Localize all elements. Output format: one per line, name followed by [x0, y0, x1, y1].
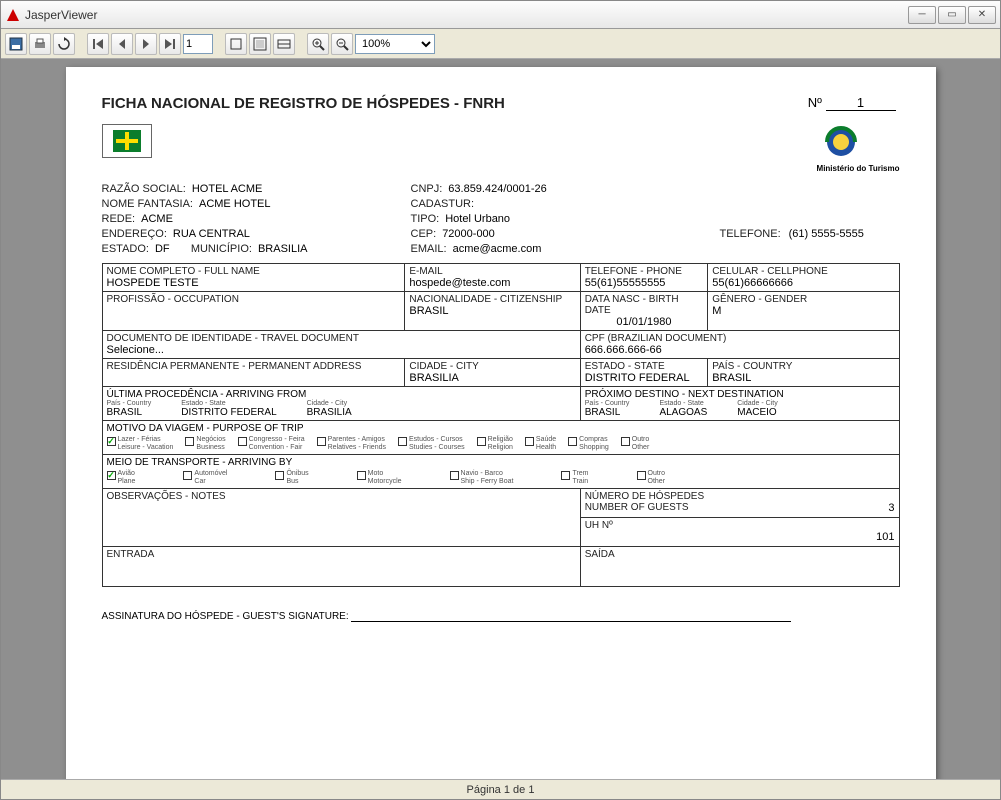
checkbox-moto [357, 471, 366, 480]
zoom-select[interactable]: 100% [355, 34, 435, 54]
signature-line: ASSINATURA DO HÓSPEDE - GUEST'S SIGNATUR… [102, 611, 900, 622]
zoom-in-button[interactable] [307, 33, 329, 55]
checkbox-navio [450, 471, 459, 480]
titlebar: JasperViewer ─ ▭ ✕ [1, 1, 1000, 29]
save-button[interactable] [5, 33, 27, 55]
checkbox-outro-purpose [621, 437, 630, 446]
purpose-checkboxes: Lazer - Férias Leisure - Vacation Negóci… [107, 436, 895, 452]
checkbox-estudos [398, 437, 407, 446]
next-page-button[interactable] [135, 33, 157, 55]
last-page-button[interactable] [159, 33, 181, 55]
flag-icon [102, 124, 152, 158]
zoom-out-button[interactable] [331, 33, 353, 55]
reload-button[interactable] [53, 33, 75, 55]
checkbox-parentes [317, 437, 326, 446]
report-page: FICHA NACIONAL DE REGISTRO DE HÓSPEDES -… [66, 67, 936, 779]
maximize-button[interactable]: ▭ [938, 6, 966, 24]
statusbar: Página 1 de 1 [1, 779, 1000, 799]
page-status: Página 1 de 1 [467, 784, 535, 796]
doc-title: FICHA NACIONAL DE REGISTRO DE HÓSPEDES -… [102, 95, 900, 112]
checkbox-lazer [107, 437, 116, 446]
window-title: JasperViewer [25, 8, 908, 22]
checkbox-compras [568, 437, 577, 446]
close-button[interactable]: ✕ [968, 6, 996, 24]
checkbox-aviao [107, 471, 116, 480]
checkbox-congresso [238, 437, 247, 446]
hotel-info: RAZÃO SOCIAL:HOTEL ACME CNPJ:63.859.424/… [102, 183, 900, 255]
app-icon [5, 7, 21, 23]
minimize-button[interactable]: ─ [908, 6, 936, 24]
prev-page-button[interactable] [111, 33, 133, 55]
checkbox-outro-transport [637, 471, 646, 480]
fit-width-button[interactable] [273, 33, 295, 55]
toolbar: 100% [1, 29, 1000, 59]
app-window: JasperViewer ─ ▭ ✕ 100% FICHA NACIONAL D… [0, 0, 1001, 800]
page-number-input[interactable] [183, 34, 213, 54]
checkbox-negocios [185, 437, 194, 446]
window-controls: ─ ▭ ✕ [908, 6, 996, 24]
checkbox-religiao [477, 437, 486, 446]
guest-form-table: NOME COMPLETO - FULL NAMEHOSPEDE TESTE E… [102, 263, 900, 587]
checkbox-saude [525, 437, 534, 446]
checkbox-onibus [275, 471, 284, 480]
first-page-button[interactable] [87, 33, 109, 55]
doc-number: Nº 1 [808, 95, 896, 111]
transport-checkboxes: Avião Plane Automóvel Car Ônibus Bus Mot… [107, 470, 895, 486]
header-row: Ministério do Turismo [102, 124, 900, 173]
actual-size-button[interactable] [225, 33, 247, 55]
ministry-seal: Ministério do Turismo [817, 124, 900, 173]
checkbox-trem [561, 471, 570, 480]
report-viewport[interactable]: FICHA NACIONAL DE REGISTRO DE HÓSPEDES -… [1, 59, 1000, 779]
fit-page-button[interactable] [249, 33, 271, 55]
print-button[interactable] [29, 33, 51, 55]
checkbox-auto [183, 471, 192, 480]
